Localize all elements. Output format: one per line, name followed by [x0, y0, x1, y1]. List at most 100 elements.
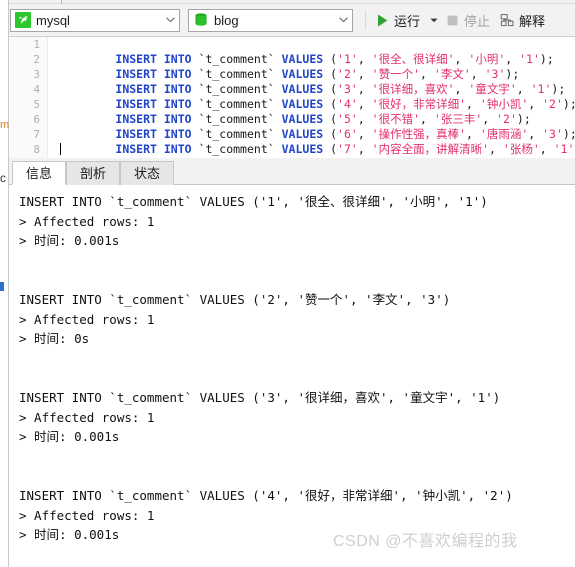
output-line: INSERT INTO `t_comment` VALUES ('1', '很全… [19, 194, 488, 209]
sql-string: '5' [337, 112, 358, 126]
play-triangle-icon [375, 13, 390, 28]
output-line: > Affected rows: 1 [19, 507, 155, 523]
sql-punct: , [357, 127, 372, 141]
run-dropdown-button[interactable] [427, 9, 440, 31]
line-number: 7 [33, 128, 40, 141]
sql-string: '很好，非常详细' [371, 97, 467, 111]
sql-table-name: `t_comment` [198, 112, 275, 126]
sql-punct: , [420, 112, 434, 126]
line-number: 8 [33, 143, 40, 156]
chevron-down-icon [429, 18, 438, 22]
output-line-blank [19, 368, 575, 388]
sql-punct: , [357, 142, 372, 156]
sql-keyword: INSERT [115, 127, 157, 141]
sql-keyword: VALUES [281, 97, 324, 111]
sql-punct: ); [505, 67, 520, 81]
output-line: > Affected rows: 1 [19, 213, 155, 229]
output-line: > 时间: 0.001s [19, 233, 120, 249]
sql-string: '很全、很详细' [371, 52, 455, 66]
run-button-label: 运行 [394, 13, 421, 29]
message-output-text: INSERT INTO `t_comment` VALUES ('1', '很全… [9, 185, 575, 567]
sql-punct: , [357, 97, 372, 111]
sql-punct: , [470, 67, 485, 81]
sql-keyword: VALUES [281, 142, 324, 156]
sql-punct: ); [562, 127, 575, 141]
sql-punct: , [420, 67, 434, 81]
line-number: 1 [33, 38, 40, 51]
sql-string: '张杨' [502, 142, 540, 156]
output-line: > Affected rows: 1 [19, 311, 155, 327]
sql-punct: ); [562, 97, 575, 111]
sql-keyword: INSERT [115, 82, 157, 96]
line-number: 6 [33, 113, 40, 126]
output-line-blank [19, 349, 575, 369]
sql-keyword: VALUES [281, 112, 324, 126]
sql-punct: , [454, 52, 469, 66]
explain-button[interactable]: 解释 [495, 8, 550, 33]
left-panel-edge: m c [0, 0, 9, 567]
output-line: > 时间: 0.001s [19, 429, 120, 445]
sql-string: '1' [530, 82, 552, 96]
stop-button-label: 停止 [464, 13, 491, 29]
line-number: 4 [33, 83, 40, 96]
output-line: > 时间: 0.001s [19, 527, 120, 543]
sql-keyword: INTO [163, 127, 192, 141]
sql-keyword: INSERT [115, 142, 157, 156]
stop-button[interactable]: 停止 [440, 8, 495, 33]
sql-keyword: INSERT [115, 67, 157, 81]
sql-string: '1' [519, 52, 540, 66]
run-button[interactable]: 运行 [370, 8, 425, 33]
sql-punct: , [357, 112, 372, 126]
sql-string: '2' [337, 67, 358, 81]
result-tabstrip: 信息 剖析 状态 [9, 158, 575, 185]
line-number: 2 [33, 53, 40, 66]
database-cylinder-icon [193, 12, 209, 28]
sql-keyword: INTO [163, 52, 192, 66]
sql-punct: , [482, 112, 497, 126]
database-select[interactable]: blog [188, 8, 353, 32]
sql-string: '2' [496, 112, 517, 126]
sql-string: '7' [337, 142, 358, 156]
sql-string: '李文' [433, 67, 471, 81]
mysql-dolphin-icon [15, 12, 31, 28]
sql-string: '童文宇' [468, 82, 517, 96]
chevron-down-icon[interactable] [334, 10, 352, 31]
sql-string: '小明' [468, 52, 506, 66]
message-output-panel[interactable]: INSERT INTO `t_comment` VALUES ('1', '很全… [9, 185, 575, 567]
sql-punct: , [516, 82, 531, 96]
output-line-blank [19, 545, 575, 565]
sql-table-name: `t_comment` [198, 52, 275, 66]
sql-string: '很不错' [371, 112, 421, 126]
sql-keyword: INSERT [115, 112, 157, 126]
output-line-blank [19, 447, 575, 467]
sql-table-name: `t_comment` [198, 82, 275, 96]
sql-punct: , [528, 97, 543, 111]
sql-punct: , [454, 82, 469, 96]
tab-info[interactable]: 信息 [12, 161, 67, 185]
sql-punct: ( [323, 127, 338, 141]
sql-string: '很详细，喜欢' [371, 82, 455, 96]
tab-status[interactable]: 状态 [120, 161, 175, 185]
sql-punct: , [528, 127, 543, 141]
sql-code-area[interactable]: INSERT INTO `t_comment` VALUES ( '1', '很全… [48, 37, 575, 158]
sql-keyword: VALUES [281, 67, 324, 81]
sql-string: '唐雨涵' [479, 127, 529, 141]
sql-keyword: VALUES [281, 82, 324, 96]
sql-editor[interactable]: 1 2 3 4 5 6 7 8 INSERT INTO `t_comment` … [9, 37, 575, 158]
sql-punct: , [489, 142, 503, 156]
output-line-blank [19, 270, 575, 290]
sql-string: '3' [542, 127, 563, 141]
sql-string: '4' [337, 97, 358, 111]
line-number: 5 [33, 98, 40, 111]
output-line-blank [19, 466, 575, 486]
tab-profile[interactable]: 剖析 [66, 161, 121, 185]
sql-punct: , [539, 142, 554, 156]
sql-punct: , [357, 67, 372, 81]
sql-keyword: INSERT [115, 97, 157, 111]
sql-punct: ); [516, 112, 531, 126]
explain-plan-icon [500, 13, 515, 28]
connection-select[interactable]: mysql [10, 8, 180, 32]
output-line: INSERT INTO `t_comment` VALUES ('4', '很好… [19, 487, 513, 503]
chevron-down-icon[interactable] [161, 10, 179, 31]
line-number-gutter: 1 2 3 4 5 6 7 8 [9, 37, 48, 158]
